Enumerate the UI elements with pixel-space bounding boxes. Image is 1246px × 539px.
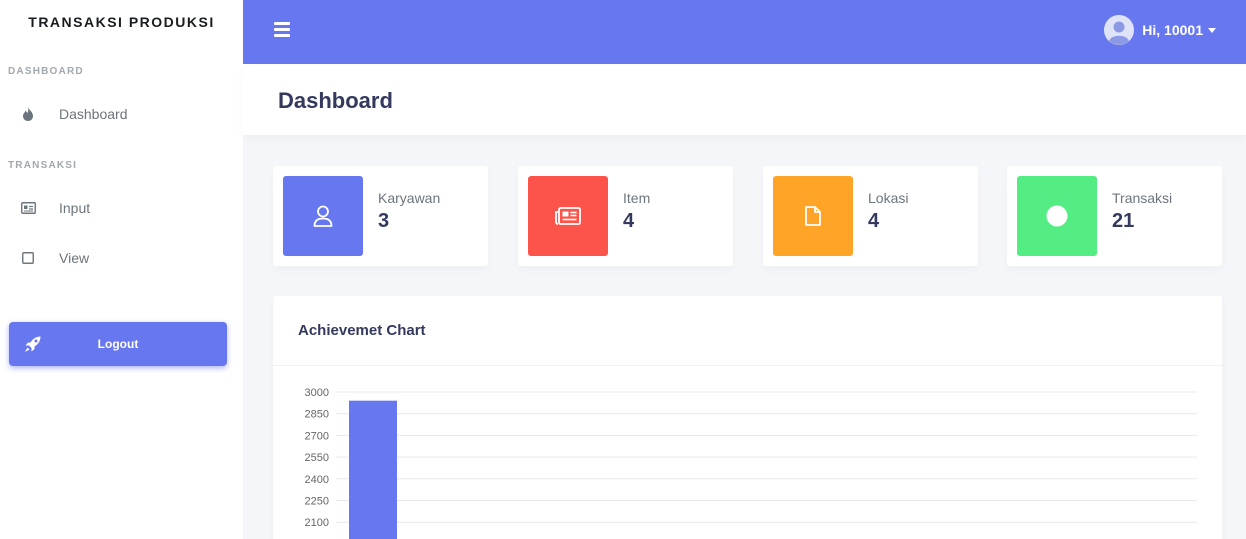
stat-title: Karyawan [378, 190, 441, 206]
rocket-icon [24, 335, 42, 353]
sidebar-item-input[interactable]: Input [0, 188, 243, 228]
stat-value: 3 [378, 210, 390, 232]
menu-header-dashboard: DASHBOARD [8, 66, 84, 77]
stat-card-item: Item 4 [518, 166, 733, 266]
chart-bar[interactable] [349, 400, 397, 539]
stat-title: Transaksi [1112, 190, 1173, 206]
stat-card-transaksi: Transaksi 21 [1007, 166, 1222, 266]
logout-button[interactable]: Logout [9, 322, 227, 366]
sidebar-item-label: Dashboard [59, 106, 128, 122]
user-dropdown[interactable]: Hi, 10001 [1104, 14, 1216, 46]
y-tick-label: 2700 [305, 430, 329, 442]
stat-card-lokasi: Lokasi 4 [763, 166, 978, 266]
fire-icon [20, 106, 36, 122]
user-icon [283, 176, 363, 256]
file-icon [773, 176, 853, 256]
circle-icon [1017, 176, 1097, 256]
hamburger-menu-icon[interactable] [274, 22, 290, 37]
stat-card-karyawan: Karyawan 3 [273, 166, 488, 266]
id-card-icon [20, 200, 36, 216]
stat-title: Lokasi [868, 190, 909, 206]
stat-value: 4 [623, 210, 635, 232]
stat-value: 4 [868, 210, 880, 232]
y-tick-label: 2250 [305, 496, 329, 508]
y-tick-label: 2100 [305, 517, 329, 529]
sidebar: TRANSAKSI PRODUKSI DASHBOARD Dashboard T… [0, 0, 243, 539]
square-icon [20, 250, 36, 266]
menu-header-transaksi: TRANSAKSI [8, 160, 78, 171]
section-header: Dashboard [243, 64, 1246, 135]
page-title: Dashboard [278, 88, 393, 113]
stat-title: Item [623, 190, 651, 206]
sidebar-item-label: Input [59, 200, 91, 216]
chart-card: Achievemet Chart 3000 2850 2700 2550 2400 225… [273, 296, 1222, 539]
y-tick-label: 2850 [305, 409, 329, 421]
sidebar-item-view[interactable]: View [0, 238, 243, 278]
sidebar-brand[interactable]: TRANSAKSI PRODUKSI [0, 14, 243, 30]
avatar [1104, 15, 1135, 45]
sidebar-item-label: View [59, 250, 90, 266]
chevron-down-icon [1208, 27, 1216, 33]
newspaper-icon [528, 176, 608, 256]
achievement-bar-chart: 30002850270025502400225021001950 [305, 387, 1197, 539]
top-navbar: Hi, 10001 [243, 0, 1246, 64]
stat-value: 21 [1112, 210, 1135, 232]
user-greeting: Hi, 10001 [1142, 22, 1203, 38]
y-tick-label: 2550 [305, 452, 329, 464]
y-tick-label: 3000 [305, 387, 329, 399]
y-tick-label: 2400 [305, 474, 329, 486]
sidebar-item-dashboard[interactable]: Dashboard [0, 94, 243, 134]
